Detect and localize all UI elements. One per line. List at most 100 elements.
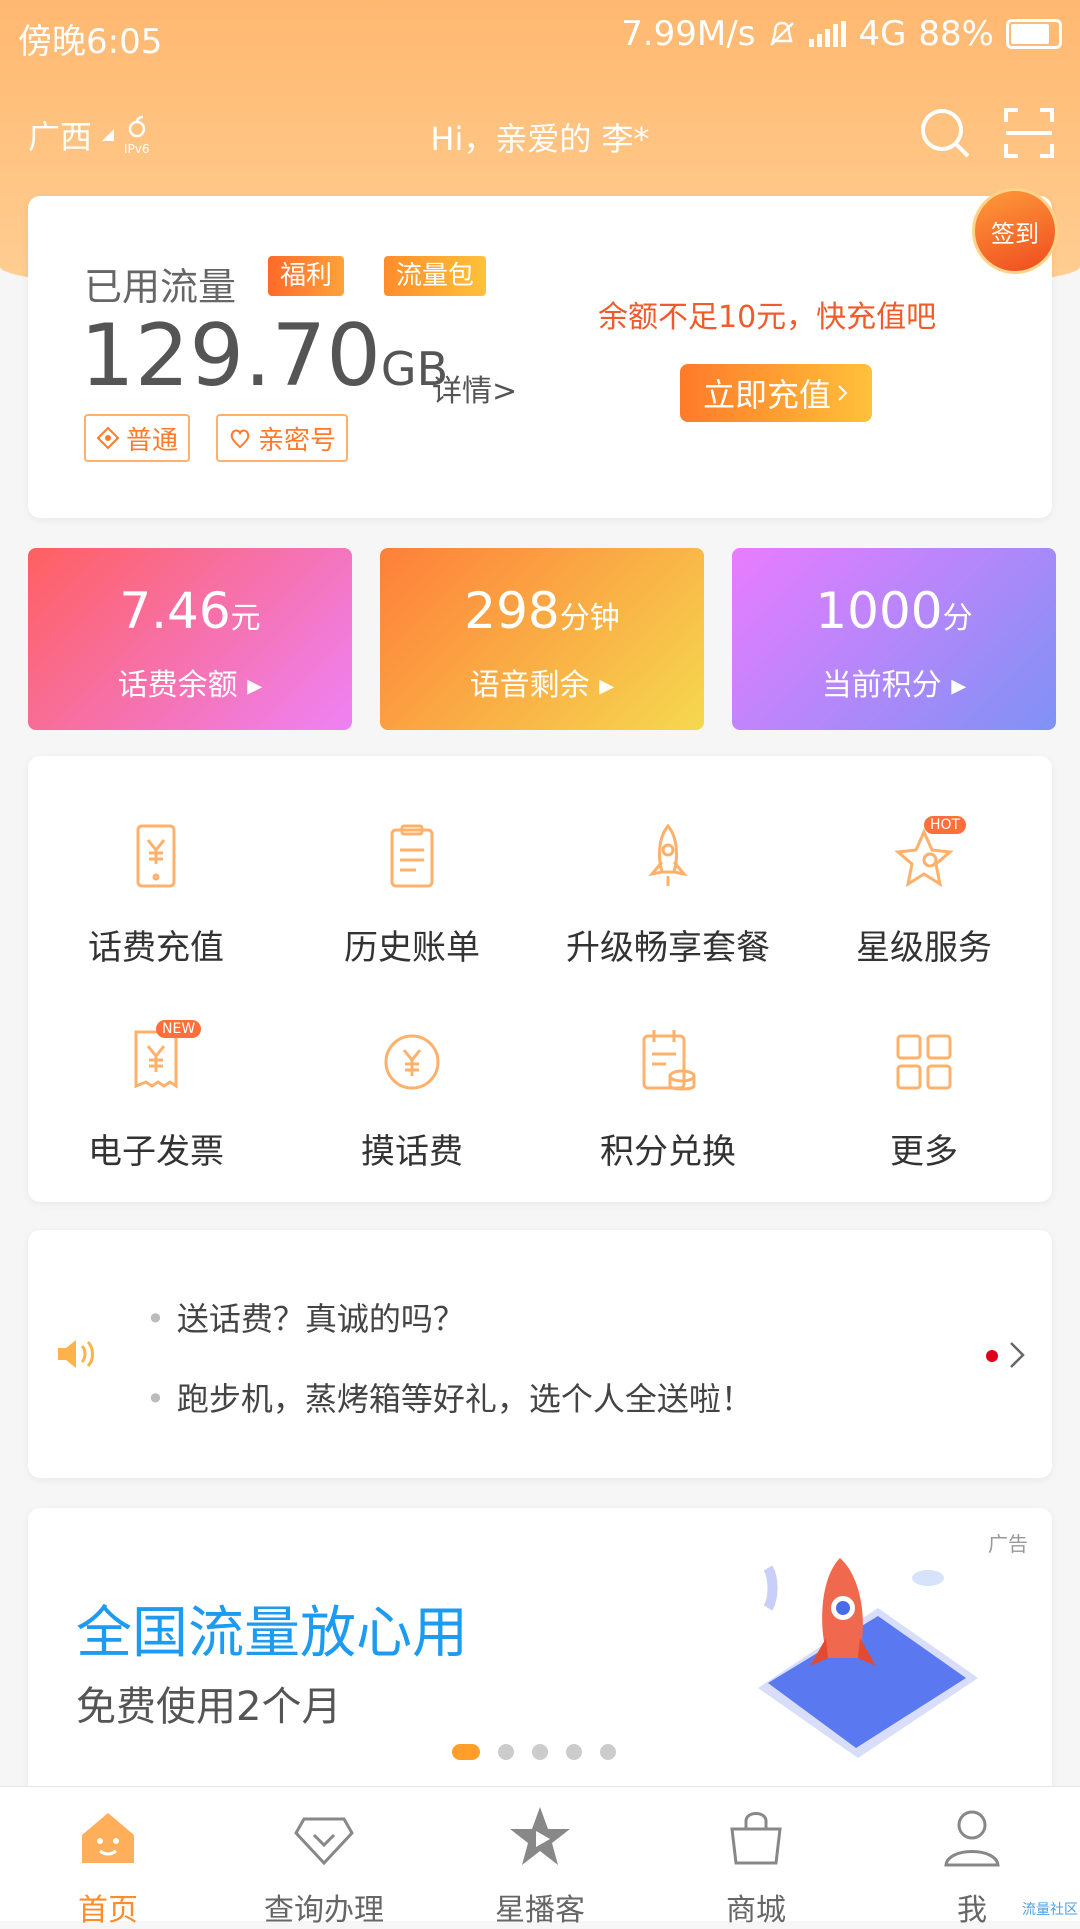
balance-unit: 元 — [230, 601, 261, 636]
used-data-title: 已用流量 — [84, 265, 237, 309]
scan-icon[interactable] — [1002, 106, 1056, 160]
battery-percent: 88% — [918, 14, 994, 54]
intimate-number-label: 亲密号 — [258, 425, 337, 456]
coin-icon — [384, 1034, 440, 1090]
home-icon — [82, 1813, 134, 1863]
voice-number: 298 — [464, 582, 560, 640]
page-dot[interactable] — [452, 1744, 480, 1760]
service-star-service[interactable]: HOT 星级服务 — [796, 816, 1052, 992]
news-item[interactable]: 跑步机，蒸烤箱等好礼，选个人全送啦！ — [146, 1374, 753, 1420]
banner-pagination[interactable] — [452, 1744, 616, 1760]
speaker-icon — [58, 1340, 94, 1368]
banner-title: 全国流量放心用 — [76, 1601, 468, 1666]
service-more[interactable]: 更多 — [796, 1026, 1052, 1196]
status-right: 7.99M/s 4G 88% — [621, 14, 1062, 54]
page-dot[interactable] — [532, 1744, 548, 1760]
service-recharge[interactable]: 话费充值 — [28, 822, 284, 992]
tab-home[interactable]: 首页 — [0, 1805, 216, 1929]
signin-button[interactable]: 签到 — [972, 188, 1058, 274]
new-badge: NEW — [156, 1020, 202, 1038]
top-actions — [918, 106, 1056, 160]
service-label: 话费充值 — [88, 928, 224, 968]
service-label: 升级畅享套餐 — [566, 928, 770, 968]
data-pack-tag[interactable]: 流量包 — [384, 256, 487, 296]
tab-star-podcast[interactable]: 星播客 — [432, 1805, 648, 1929]
promo-banner[interactable]: 广告 全国流量放心用 免费使用2个月 — [28, 1508, 1052, 1788]
chevron-right-icon[interactable] — [1008, 1340, 1026, 1370]
status-bar: 傍晚6:05 7.99M/s 4G 88% — [0, 0, 1080, 70]
page-dot[interactable] — [498, 1744, 514, 1760]
points-label: 当前积分 — [821, 668, 942, 703]
balance-label: 话费余额 — [117, 668, 238, 703]
news-item[interactable]: 送话费？真诚的吗？ — [146, 1294, 465, 1340]
points-value: 1000分 — [732, 582, 1056, 640]
recharge-now-button[interactable]: 立即充值 — [680, 364, 872, 422]
calendar-coins-icon — [642, 1030, 696, 1091]
points-stat[interactable]: 1000分 当前积分 ▸ — [732, 548, 1056, 730]
search-icon[interactable] — [918, 106, 972, 160]
status-time: 傍晚6:05 — [18, 22, 163, 62]
voice-unit: 分钟 — [559, 601, 620, 636]
rocket-phone-illustration — [758, 1558, 978, 1758]
points-label-row: 当前积分 ▸ — [821, 668, 967, 703]
plan-normal-label: 普通 — [126, 425, 179, 456]
chevron-right-icon — [838, 385, 848, 401]
voice-value: 298分钟 — [380, 582, 704, 640]
details-link[interactable]: 详情> — [432, 366, 517, 410]
voice-stat[interactable]: 298分钟 语音剩余 ▸ — [380, 548, 704, 730]
plan-normal-pill[interactable]: 普通 — [84, 414, 191, 462]
balance-stat[interactable]: 7.46元 话费余额 ▸ — [28, 548, 352, 730]
points-unit: 分 — [942, 601, 973, 636]
tab-label: 查询办理 — [264, 1893, 384, 1928]
watermark: 流量社区 — [1022, 1902, 1078, 1918]
heart-icon — [230, 429, 250, 449]
intimate-number-pill[interactable]: 亲密号 — [216, 414, 349, 462]
bottom-tab-bar: 首页 查询办理 星播客 商城 我 流量社区 — [0, 1786, 1080, 1928]
balance-value: 7.46元 — [28, 582, 352, 640]
low-balance-warning: 余额不足10元，快充值吧 — [598, 300, 937, 335]
announcement-card[interactable]: 送话费？真诚的吗？ 跑步机，蒸烤箱等好礼，选个人全送啦！ — [28, 1230, 1052, 1478]
used-data-number: 129.70 — [80, 306, 381, 406]
services-grid: 话费充值 历史账单 升级畅享套餐 HOT 星级服务 NEW 电子发票 摸话费 积… — [28, 756, 1052, 1202]
tab-mall[interactable]: 商城 — [648, 1805, 864, 1929]
service-upgrade-plan[interactable]: 升级畅享套餐 — [540, 822, 796, 992]
unread-dot — [986, 1350, 998, 1362]
service-label: 电子发票 — [88, 1132, 224, 1172]
service-label: 积分兑换 — [600, 1132, 736, 1172]
service-history-bill[interactable]: 历史账单 — [284, 822, 540, 992]
service-touch-fee[interactable]: 摸话费 — [284, 1026, 540, 1196]
star-play-icon — [510, 1807, 570, 1865]
points-number: 1000 — [815, 582, 943, 640]
data-usage-card: 已用流量 福利 流量包 129.70GB 详情> 普通 亲密号 余额不足10元，… — [28, 188, 1058, 518]
tab-label: 星播客 — [495, 1893, 585, 1928]
service-e-invoice[interactable]: NEW 电子发票 — [28, 1020, 284, 1196]
voice-label-row: 语音剩余 ▸ — [469, 668, 615, 703]
bag-icon — [730, 1812, 782, 1865]
network-type: 4G — [858, 14, 907, 54]
signal-icon — [809, 21, 847, 47]
bell-off-icon — [770, 21, 795, 46]
recharge-now-label: 立即充值 — [702, 376, 831, 414]
service-points-exchange[interactable]: 积分兑换 — [540, 1026, 796, 1196]
balance-number: 7.46 — [119, 582, 231, 640]
service-label: 星级服务 — [856, 928, 992, 968]
diamond-icon — [294, 1817, 354, 1866]
service-label: 摸话费 — [361, 1132, 463, 1172]
plan-icon — [96, 426, 120, 450]
page-dot[interactable] — [600, 1744, 616, 1760]
hot-badge: HOT — [924, 816, 967, 834]
user-icon — [944, 1810, 1000, 1867]
grid-icon — [896, 1034, 952, 1090]
balance-label-row: 话费余额 ▸ — [117, 668, 263, 703]
phone-yuan-icon — [136, 824, 176, 888]
page-dot[interactable] — [566, 1744, 582, 1760]
top-bar: 广西 IPv6 Hi，亲爱的 李* — [0, 100, 1080, 170]
welfare-tag[interactable]: 福利 — [268, 256, 345, 296]
rocket-icon — [648, 823, 688, 886]
network-speed: 7.99M/s — [621, 14, 756, 54]
tab-query[interactable]: 查询办理 — [216, 1805, 432, 1929]
clipboard-icon — [390, 824, 434, 888]
tab-label: 商城 — [726, 1893, 786, 1928]
voice-label: 语音剩余 — [469, 668, 590, 703]
service-label: 历史账单 — [344, 928, 480, 968]
